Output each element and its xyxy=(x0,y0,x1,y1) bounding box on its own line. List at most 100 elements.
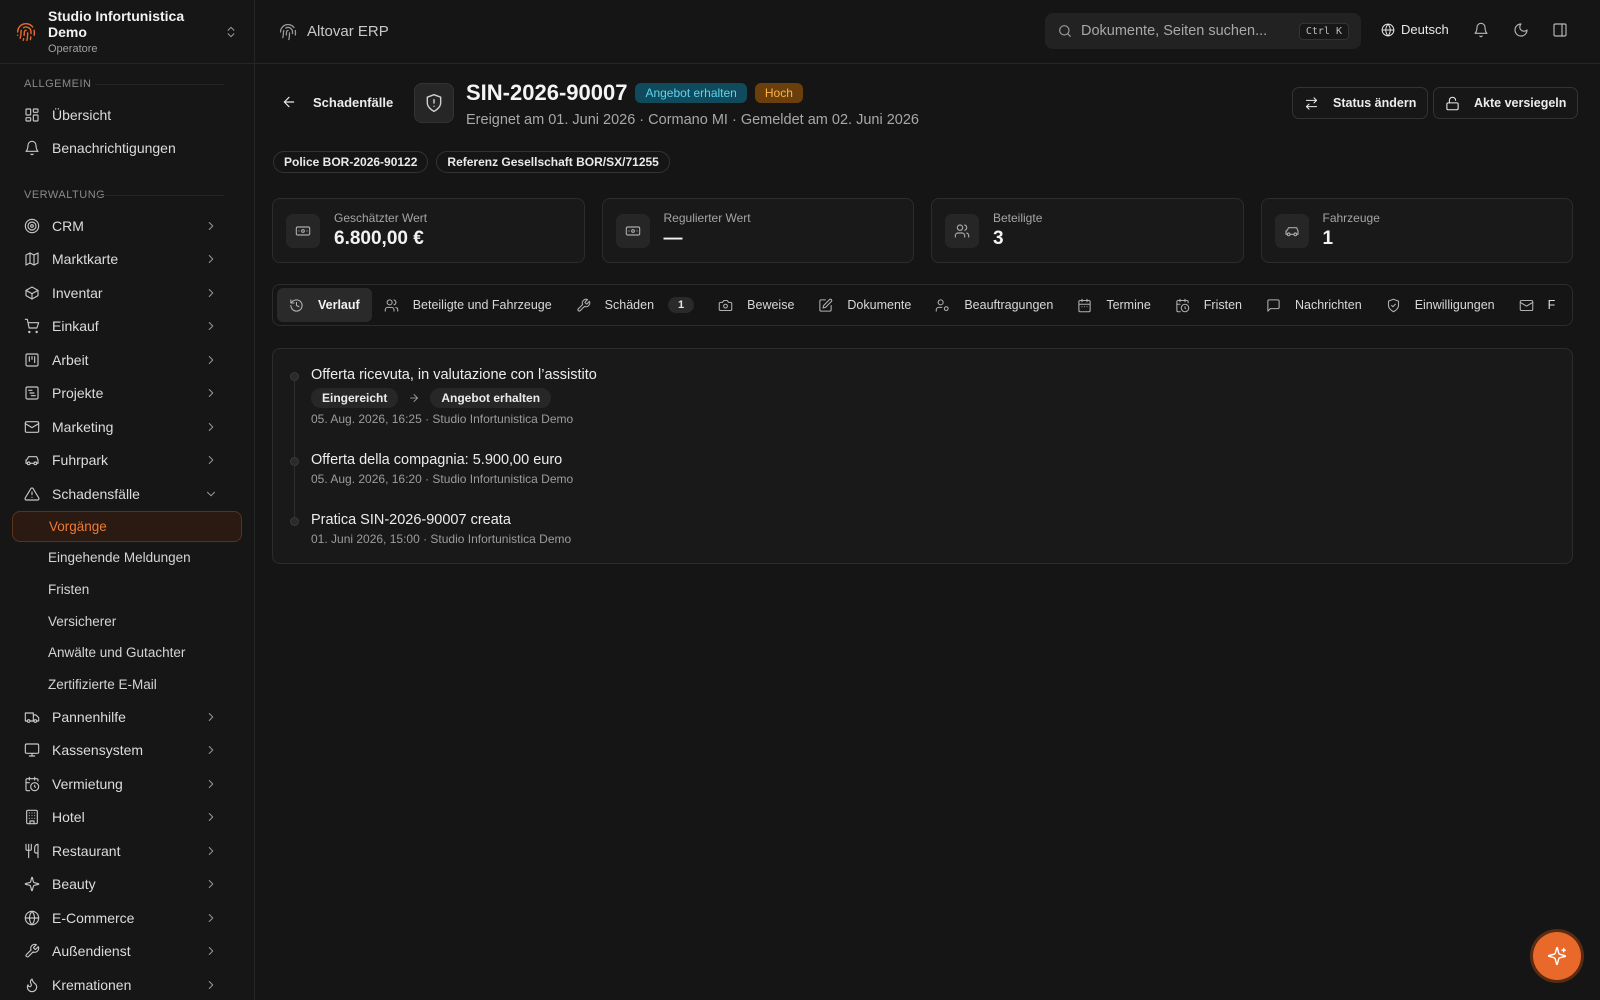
sidebar-item-marktkarte[interactable]: Marktkarte xyxy=(0,243,254,277)
shield-alert-icon xyxy=(424,93,444,113)
sidebar-item-label: CRM xyxy=(52,217,84,234)
sidebar-item-fuhrpark[interactable]: Fuhrpark xyxy=(0,444,254,478)
chevron-right-icon xyxy=(204,777,230,791)
chevrons-up-down-icon xyxy=(224,25,238,39)
timeline-card: Offerta ricevuta, in valutazione con l’a… xyxy=(272,348,1573,564)
bell-icon[interactable] xyxy=(1473,22,1489,38)
sidebar-item-label: Außendienst xyxy=(52,943,131,960)
banknote-icon xyxy=(615,213,650,248)
wrench-icon xyxy=(576,298,605,313)
shield-check-icon xyxy=(1386,298,1415,313)
sidebar-item-schadensfaelle[interactable]: Schadensfälle xyxy=(0,477,254,511)
language-switcher[interactable]: Deutsch xyxy=(1381,22,1449,37)
sidebar-subitem-zertifizierte-email[interactable]: Zertifizierte E-Mail xyxy=(0,668,254,700)
map-icon xyxy=(24,251,52,267)
tab-dokumente[interactable]: Dokumente xyxy=(806,288,923,322)
sidebar-item-kremationen[interactable]: Kremationen xyxy=(0,968,254,1000)
target-icon xyxy=(24,218,52,234)
sidebar-item-label: Hotel xyxy=(52,809,85,826)
tab-schaeden[interactable]: Schäden 1 xyxy=(564,288,706,322)
status-transition: Eingereicht Angebot erhalten xyxy=(311,388,597,408)
search-placeholder: Dokumente, Seiten suchen... xyxy=(1081,23,1268,39)
sidebar-item-marketing[interactable]: Marketing xyxy=(0,410,254,444)
calendar-clock-icon xyxy=(24,776,52,792)
chevron-right-icon xyxy=(204,911,230,925)
tab-label: Einwilligungen xyxy=(1414,298,1495,312)
sidebar-item-beauty[interactable]: Beauty xyxy=(0,868,254,902)
tab-beauftragungen[interactable]: Beauftragungen xyxy=(923,288,1065,322)
tab-label: Verlauf xyxy=(318,298,360,312)
sidebar-item-ecommerce[interactable]: E-Commerce xyxy=(0,901,254,935)
topbar: Altovar ERP Dokumente, Seiten suchen... … xyxy=(255,0,1600,64)
sidebar-item-label: Übersicht xyxy=(52,106,112,123)
tab-fristen[interactable]: Fristen xyxy=(1163,288,1254,322)
back-label: Schadenfälle xyxy=(313,94,394,110)
chart-icon xyxy=(24,385,52,401)
sidebar-item-restaurant[interactable]: Restaurant xyxy=(0,834,254,868)
sidebar-item-hotel[interactable]: Hotel xyxy=(0,801,254,835)
tab-verlauf[interactable]: Verlauf xyxy=(277,288,372,322)
timeline-title: Pratica SIN-2026-90007 creata xyxy=(311,512,511,528)
sidebar-item-overview[interactable]: Übersicht xyxy=(0,98,254,132)
globe-icon xyxy=(1381,23,1401,37)
sidebar-item-inventar[interactable]: Inventar xyxy=(0,276,254,310)
sidebar-subitem-versicherer[interactable]: Versicherer xyxy=(0,605,254,637)
back-to-claims-button[interactable]: Schadenfälle xyxy=(281,94,393,110)
reference-chip: Referenz Gesellschaft BOR/SX/71255 xyxy=(436,151,670,173)
sidebar-subitem-vorgaenge[interactable]: Vorgänge xyxy=(12,510,242,543)
seal-label: Akte versiegeln xyxy=(1474,96,1567,110)
sidebar: Studio Infortunistica Demo Operatore All… xyxy=(0,0,255,1000)
car-icon xyxy=(1274,213,1309,248)
sidebar-item-label: Arbeit xyxy=(52,351,89,368)
tab-termine[interactable]: Termine xyxy=(1065,288,1162,322)
app-brand[interactable]: Altovar ERP xyxy=(279,23,389,41)
sidebar-item-pannenhilfe[interactable]: Pannenhilfe xyxy=(0,700,254,734)
wrench-icon xyxy=(24,943,52,959)
panel-toggle-icon[interactable] xyxy=(1552,22,1568,38)
sidebar-subitem-anwaelte[interactable]: Anwälte und Gutachter xyxy=(0,637,254,669)
sidebar-item-vermietung[interactable]: Vermietung xyxy=(0,767,254,801)
ai-assistant-button[interactable] xyxy=(1533,932,1581,980)
tab-label: Nachrichten xyxy=(1294,298,1362,312)
chevron-right-icon xyxy=(204,219,230,233)
sparkles-icon xyxy=(24,876,52,892)
tab-beweise[interactable]: Beweise xyxy=(706,288,806,322)
stat-label: Geschätzter Wert xyxy=(334,211,428,225)
box-icon xyxy=(24,285,52,301)
sidebar-item-label: Beauty xyxy=(52,876,96,893)
sidebar-subitem-eingehende-meldungen[interactable]: Eingehende Meldungen xyxy=(0,542,254,574)
org-switcher[interactable]: Studio Infortunistica Demo Operatore xyxy=(0,0,254,64)
page-title: SIN-2026-90007 xyxy=(466,80,628,105)
users-icon xyxy=(384,298,413,313)
sidebar-item-projekte[interactable]: Projekte xyxy=(0,377,254,411)
fingerprint-icon xyxy=(279,23,307,41)
sidebar-item-crm[interactable]: CRM xyxy=(0,209,254,243)
sidebar-item-arbeit[interactable]: Arbeit xyxy=(0,343,254,377)
sidebar-item-einkauf[interactable]: Einkauf xyxy=(0,310,254,344)
seal-file-button[interactable]: Akte versiegeln xyxy=(1433,87,1579,119)
stat-label: Fahrzeuge xyxy=(1322,211,1380,225)
sidebar-item-label: Restaurant xyxy=(52,842,121,859)
sidebar-item-notifications[interactable]: Benachrichtigungen xyxy=(0,132,254,166)
utensils-icon xyxy=(24,843,52,859)
tab-more[interactable]: F xyxy=(1507,288,1568,322)
search-input[interactable]: Dokumente, Seiten suchen... Ctrl K xyxy=(1045,13,1361,49)
sidebar-item-aussendienst[interactable]: Außendienst xyxy=(0,935,254,969)
tab-beteiligte[interactable]: Beteiligte und Fahrzeuge xyxy=(372,288,564,322)
tab-label: Beteiligte und Fahrzeuge xyxy=(412,298,552,312)
timeline-entry: Pratica SIN-2026-90007 creata 01. Juni 2… xyxy=(290,512,571,546)
language-label: Deutsch xyxy=(1401,22,1449,37)
tab-einwilligungen[interactable]: Einwilligungen xyxy=(1374,288,1507,322)
tab-nachrichten[interactable]: Nachrichten xyxy=(1254,288,1374,322)
sidebar-subitem-fristen[interactable]: Fristen xyxy=(0,574,254,606)
search-shortcut: Ctrl K xyxy=(1298,22,1349,40)
moon-icon[interactable] xyxy=(1513,22,1529,38)
policy-chip: Police BOR-2026-90122 xyxy=(273,151,429,173)
tab-label: Schäden xyxy=(604,298,655,312)
change-status-button[interactable]: Status ändern xyxy=(1292,87,1429,119)
chevron-right-icon xyxy=(204,844,230,858)
sidebar-item-kassensystem[interactable]: Kassensystem xyxy=(0,734,254,768)
timeline-meta: 05. Aug. 2026, 16:20 · Studio Infortunis… xyxy=(311,472,574,486)
warning-icon xyxy=(24,486,52,502)
tab-label: Dokumente xyxy=(847,298,912,312)
